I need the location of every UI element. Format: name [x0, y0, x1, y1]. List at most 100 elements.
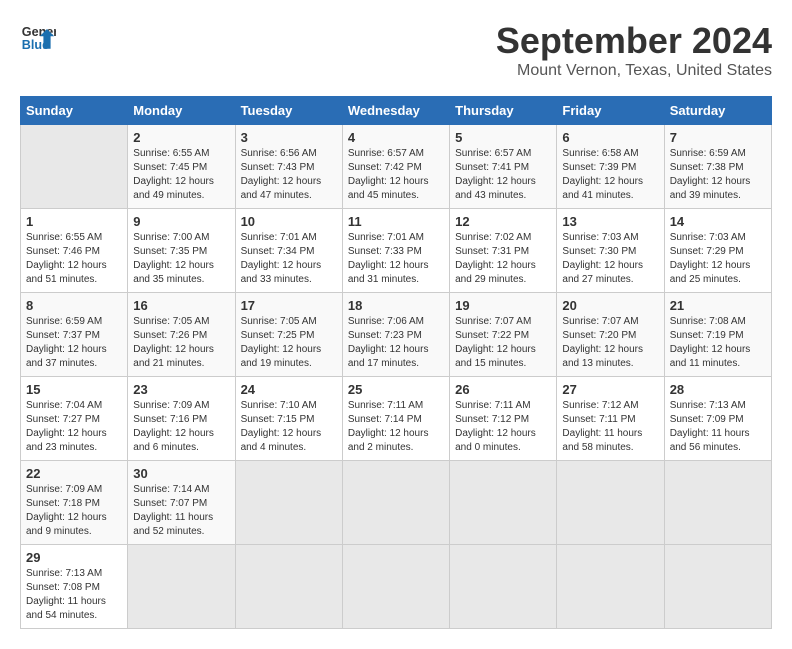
calendar-cell — [557, 545, 664, 629]
day-info: Sunrise: 7:08 AMSunset: 7:19 PMDaylight:… — [670, 315, 766, 371]
calendar-cell — [128, 545, 235, 629]
day-info: Sunrise: 6:58 AMSunset: 7:39 PMDaylight:… — [562, 147, 658, 203]
calendar-cell: 29 Sunrise: 7:13 AMSunset: 7:08 PMDayligh… — [21, 545, 128, 629]
logo: General Blue — [20, 20, 56, 56]
calendar-table: Sunday Monday Tuesday Wednesday Thursday… — [20, 96, 772, 629]
calendar-cell: 8 Sunrise: 6:59 AMSunset: 7:37 PMDaylight… — [21, 293, 128, 377]
day-number: 27 — [562, 382, 658, 397]
day-info: Sunrise: 7:13 AMSunset: 7:09 PMDaylight:… — [670, 399, 766, 455]
calendar-cell: 26 Sunrise: 7:11 AMSunset: 7:12 PMDayligh… — [450, 377, 557, 461]
day-info: Sunrise: 7:03 AMSunset: 7:30 PMDaylight:… — [562, 231, 658, 287]
day-info: Sunrise: 7:09 AMSunset: 7:18 PMDaylight:… — [26, 483, 122, 539]
day-info: Sunrise: 7:07 AMSunset: 7:22 PMDaylight:… — [455, 315, 551, 371]
day-info: Sunrise: 7:11 AMSunset: 7:12 PMDaylight:… — [455, 399, 551, 455]
day-number: 16 — [133, 298, 229, 313]
col-thursday: Thursday — [450, 97, 557, 125]
day-info: Sunrise: 7:14 AMSunset: 7:07 PMDaylight:… — [133, 483, 229, 539]
day-info: Sunrise: 7:09 AMSunset: 7:16 PMDaylight:… — [133, 399, 229, 455]
day-number: 11 — [348, 214, 444, 229]
day-info: Sunrise: 7:10 AMSunset: 7:15 PMDaylight:… — [241, 399, 337, 455]
calendar-cell: 21 Sunrise: 7:08 AMSunset: 7:19 PMDayligh… — [664, 293, 771, 377]
calendar-cell: 12 Sunrise: 7:02 AMSunset: 7:31 PMDayligh… — [450, 209, 557, 293]
day-info: Sunrise: 6:59 AMSunset: 7:37 PMDaylight:… — [26, 315, 122, 371]
day-info: Sunrise: 6:59 AMSunset: 7:38 PMDaylight:… — [670, 147, 766, 203]
calendar-cell — [450, 461, 557, 545]
day-info: Sunrise: 7:11 AMSunset: 7:14 PMDaylight:… — [348, 399, 444, 455]
calendar-cell — [557, 461, 664, 545]
day-number: 17 — [241, 298, 337, 313]
calendar-cell: 19 Sunrise: 7:07 AMSunset: 7:22 PMDayligh… — [450, 293, 557, 377]
day-info: Sunrise: 7:13 AMSunset: 7:08 PMDaylight:… — [26, 567, 122, 623]
day-info: Sunrise: 7:00 AMSunset: 7:35 PMDaylight:… — [133, 231, 229, 287]
calendar-cell: 5Sunrise: 6:57 AMSunset: 7:41 PMDaylight… — [450, 125, 557, 209]
day-number: 21 — [670, 298, 766, 313]
calendar-cell: 4 Sunrise: 6:57 AMSunset: 7:42 PMDaylight… — [342, 125, 449, 209]
day-number: 22 — [26, 466, 122, 481]
calendar-cell: 25 Sunrise: 7:11 AMSunset: 7:14 PMDayligh… — [342, 377, 449, 461]
day-info: Sunrise: 7:12 AMSunset: 7:11 PMDaylight:… — [562, 399, 658, 455]
calendar-cell: 15Sunrise: 7:04 AMSunset: 7:27 PMDayligh… — [21, 377, 128, 461]
calendar-cell — [21, 125, 128, 209]
calendar-cell — [342, 545, 449, 629]
day-number: 9 — [133, 214, 229, 229]
day-info: Sunrise: 7:01 AMSunset: 7:34 PMDaylight:… — [241, 231, 337, 287]
calendar-cell: 17 Sunrise: 7:05 AMSunset: 7:25 PMDayligh… — [235, 293, 342, 377]
day-info: Sunrise: 6:57 AMSunset: 7:42 PMDaylight:… — [348, 147, 444, 203]
table-row: 22 Sunrise: 7:09 AMSunset: 7:18 PMDayligh… — [21, 461, 772, 545]
day-number: 10 — [241, 214, 337, 229]
day-number: 12 — [455, 214, 551, 229]
calendar-cell: 18 Sunrise: 7:06 AMSunset: 7:23 PMDayligh… — [342, 293, 449, 377]
day-number: 25 — [348, 382, 444, 397]
day-info: Sunrise: 6:55 AMSunset: 7:45 PMDaylight:… — [133, 147, 229, 203]
day-number: 28 — [670, 382, 766, 397]
day-number: 30 — [133, 466, 229, 481]
day-number: 13 — [562, 214, 658, 229]
calendar-cell — [235, 545, 342, 629]
day-number: 26 — [455, 382, 551, 397]
calendar-cell: 23 Sunrise: 7:09 AMSunset: 7:16 PMDayligh… — [128, 377, 235, 461]
location-title: Mount Vernon, Texas, United States — [496, 62, 772, 80]
calendar-cell: 24Sunrise: 7:10 AMSunset: 7:15 PMDayligh… — [235, 377, 342, 461]
table-row: 2Sunrise: 6:55 AMSunset: 7:45 PMDaylight… — [21, 125, 772, 209]
day-number: 29 — [26, 550, 122, 565]
calendar-header-row: Sunday Monday Tuesday Wednesday Thursday… — [21, 97, 772, 125]
calendar-cell: 14Sunrise: 7:03 AMSunset: 7:29 PMDayligh… — [664, 209, 771, 293]
calendar-cell — [664, 545, 771, 629]
table-row: 8 Sunrise: 6:59 AMSunset: 7:37 PMDaylight… — [21, 293, 772, 377]
day-number: 7 — [670, 130, 766, 145]
col-tuesday: Tuesday — [235, 97, 342, 125]
logo-icon: General Blue — [20, 20, 56, 56]
day-info: Sunrise: 7:06 AMSunset: 7:23 PMDaylight:… — [348, 315, 444, 371]
day-number: 14 — [670, 214, 766, 229]
calendar-cell — [664, 461, 771, 545]
col-saturday: Saturday — [664, 97, 771, 125]
calendar-cell: 11 Sunrise: 7:01 AMSunset: 7:33 PMDayligh… — [342, 209, 449, 293]
calendar-cell: 7 Sunrise: 6:59 AMSunset: 7:38 PMDaylight… — [664, 125, 771, 209]
day-info: Sunrise: 6:55 AMSunset: 7:46 PMDaylight:… — [26, 231, 122, 287]
day-number: 19 — [455, 298, 551, 313]
day-info: Sunrise: 7:05 AMSunset: 7:25 PMDaylight:… — [241, 315, 337, 371]
calendar-cell: 13 Sunrise: 7:03 AMSunset: 7:30 PMDayligh… — [557, 209, 664, 293]
day-number: 8 — [26, 298, 122, 313]
day-number: 18 — [348, 298, 444, 313]
title-section: September 2024 Mount Vernon, Texas, Unit… — [496, 20, 772, 80]
calendar-cell: 28 Sunrise: 7:13 AMSunset: 7:09 PMDayligh… — [664, 377, 771, 461]
page-header: General Blue September 2024 Mount Vernon… — [20, 20, 772, 80]
day-number: 1 — [26, 214, 122, 229]
month-title: September 2024 — [496, 20, 772, 62]
calendar-cell: 6Sunrise: 6:58 AMSunset: 7:39 PMDaylight… — [557, 125, 664, 209]
day-number: 20 — [562, 298, 658, 313]
day-number: 23 — [133, 382, 229, 397]
day-number: 4 — [348, 130, 444, 145]
calendar-cell: 27 Sunrise: 7:12 AMSunset: 7:11 PMDayligh… — [557, 377, 664, 461]
calendar-cell: 3Sunrise: 6:56 AMSunset: 7:43 PMDaylight… — [235, 125, 342, 209]
col-wednesday: Wednesday — [342, 97, 449, 125]
calendar-cell: 2Sunrise: 6:55 AMSunset: 7:45 PMDaylight… — [128, 125, 235, 209]
calendar-cell: 16 Sunrise: 7:05 AMSunset: 7:26 PMDayligh… — [128, 293, 235, 377]
day-info: Sunrise: 7:07 AMSunset: 7:20 PMDaylight:… — [562, 315, 658, 371]
day-info: Sunrise: 6:57 AMSunset: 7:41 PMDaylight:… — [455, 147, 551, 203]
day-info: Sunrise: 7:01 AMSunset: 7:33 PMDaylight:… — [348, 231, 444, 287]
calendar-cell — [342, 461, 449, 545]
day-info: Sunrise: 7:02 AMSunset: 7:31 PMDaylight:… — [455, 231, 551, 287]
day-info: Sunrise: 7:05 AMSunset: 7:26 PMDaylight:… — [133, 315, 229, 371]
